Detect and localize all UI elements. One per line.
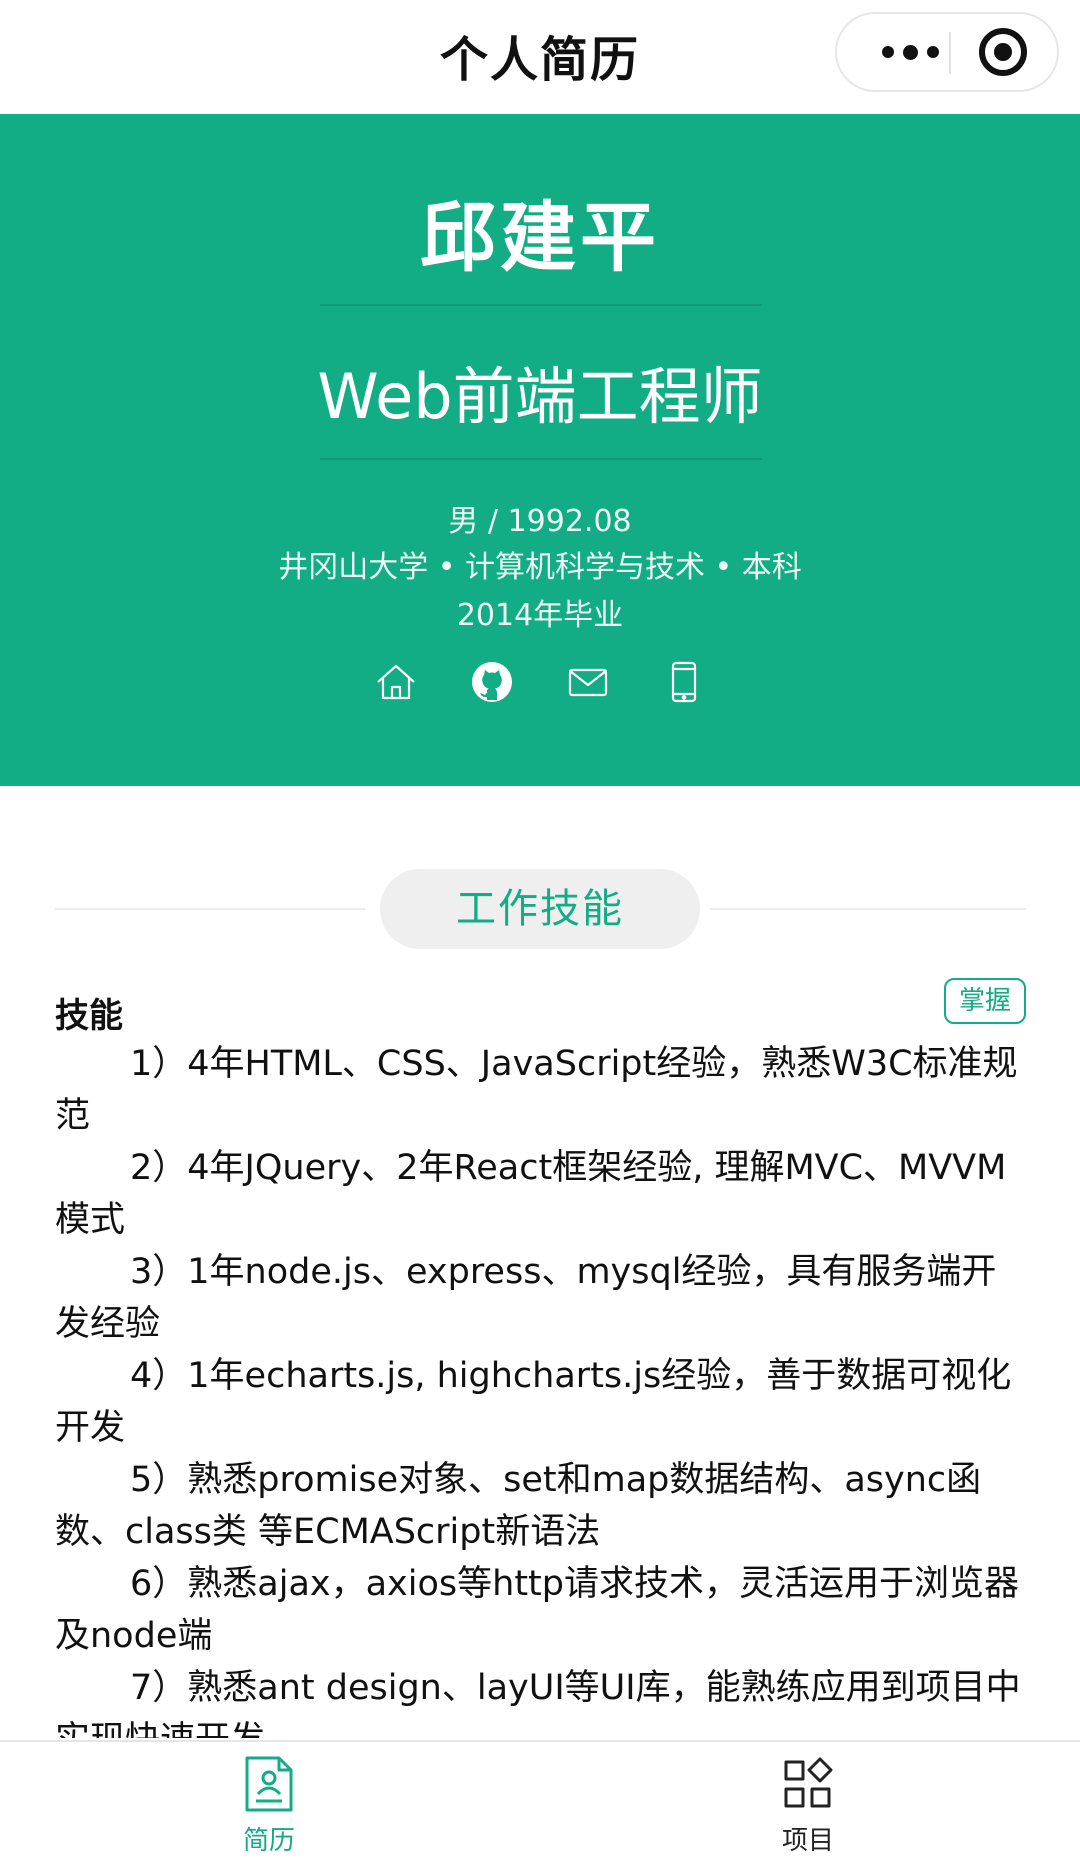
tab-label: 项目: [781, 1826, 834, 1856]
skill-item: 2）4年JQuery、2年React框架经验, 理解MVC、MVVM模式: [55, 1148, 1007, 1240]
skill-level-badge: 掌握: [944, 978, 1026, 1024]
mail-icon[interactable]: [566, 660, 610, 704]
divider: [320, 458, 762, 460]
capsule-divider: [949, 32, 951, 74]
project-grid-icon: [784, 1757, 833, 1808]
phone-icon[interactable]: [662, 660, 706, 704]
skills-list: 1）4年HTML、CSS、JavaScript经验，熟悉W3C标准规范 2）4年…: [55, 1038, 1027, 1738]
section-line-left: [55, 908, 365, 910]
tab-resume[interactable]: 简历: [169, 1754, 369, 1857]
graduation-year: 2014年毕业: [456, 598, 624, 633]
contact-links: [0, 660, 1080, 704]
skill-item: 3）1年node.js、express、mysql经验，具有服务端开发经验: [55, 1252, 997, 1344]
close-mini-program-icon[interactable]: [979, 28, 1027, 76]
resume-icon: [245, 1756, 293, 1812]
more-options-icon[interactable]: [875, 14, 945, 90]
education: 井冈山大学 • 计算机科学与技术 • 本科: [278, 550, 802, 585]
skill-item: 6）熟悉ajax，axios等http请求技术，灵活运用于浏览器及node端: [55, 1564, 1019, 1656]
section-title-pill: 工作技能: [380, 869, 700, 949]
tab-projects[interactable]: 项目: [708, 1754, 908, 1857]
profile-header: 邱建平 Web前端工程师 男 / 1992.08 井冈山大学 • 计算机科学与技…: [0, 114, 1080, 786]
home-icon[interactable]: [374, 660, 418, 704]
divider: [320, 304, 762, 306]
bottom-tab-bar: 简历 项目: [0, 1740, 1080, 1866]
mini-program-capsule: [835, 12, 1059, 92]
profile-name: 邱建平: [420, 193, 660, 282]
skill-item: 7）熟悉ant design、layUI等UI库，能熟练应用到项目中实现快速开发: [55, 1668, 1021, 1738]
github-icon[interactable]: [470, 660, 514, 704]
skills-heading: 技能: [55, 996, 123, 1036]
section-line-right: [710, 908, 1026, 910]
skill-item: 5）熟悉promise对象、set和map数据结构、async函数、class类…: [55, 1460, 982, 1552]
job-title: Web前端工程师: [317, 360, 763, 433]
skill-item: 4）1年echarts.js, highcharts.js经验，善于数据可视化开…: [55, 1356, 1012, 1448]
gender-birth: 男 / 1992.08: [448, 504, 632, 539]
navigation-bar: 个人简历: [0, 0, 1080, 114]
skill-item: 1）4年HTML、CSS、JavaScript经验，熟悉W3C标准规范: [55, 1044, 1018, 1136]
tab-label: 简历: [242, 1826, 295, 1856]
